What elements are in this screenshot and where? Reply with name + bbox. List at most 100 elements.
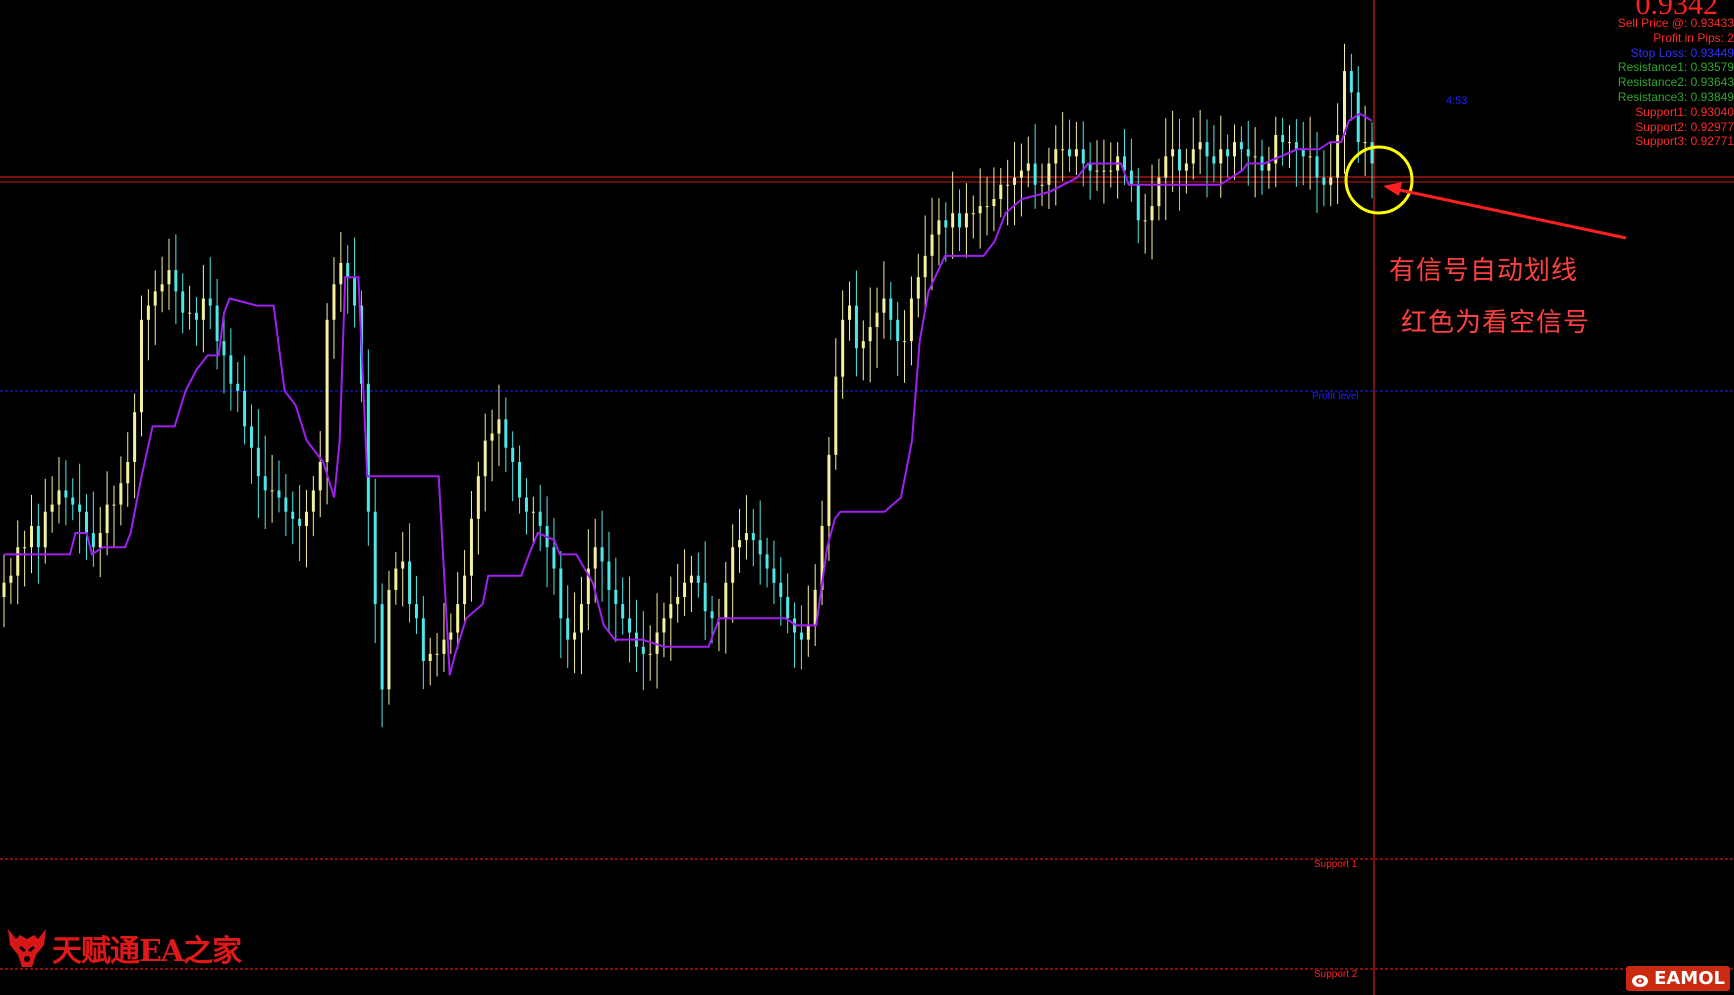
- candle-body: [978, 206, 982, 214]
- support2-label: Support 2: [1314, 969, 1358, 980]
- candle-body: [1184, 163, 1188, 171]
- candle-body: [270, 490, 274, 492]
- candle-body: [738, 540, 742, 548]
- candle-body: [559, 568, 563, 619]
- candle-body: [1267, 163, 1271, 171]
- candle-body: [868, 326, 872, 342]
- candle-body: [923, 255, 927, 278]
- candle-body: [353, 277, 357, 306]
- candle-body: [1301, 149, 1305, 157]
- candle-body: [1233, 142, 1237, 157]
- candle-body: [641, 646, 645, 654]
- info-line: Resistance1: 0.93579: [1617, 60, 1734, 75]
- candle-body: [160, 284, 164, 292]
- candle-body: [1095, 170, 1099, 172]
- candle-body: [222, 341, 226, 356]
- candle-body: [401, 561, 405, 569]
- candle-body: [930, 234, 934, 256]
- candle-body: [153, 291, 157, 306]
- candle-body: [435, 653, 439, 655]
- candle-body: [408, 561, 412, 605]
- candle-body: [43, 511, 47, 548]
- candle-body: [937, 220, 941, 235]
- candle-body: [566, 618, 570, 640]
- candle-body: [1054, 149, 1058, 164]
- candle-body: [366, 383, 370, 512]
- candle-body: [731, 547, 735, 583]
- candle-body: [1239, 142, 1243, 150]
- candle-body: [964, 213, 968, 228]
- candle-body: [1246, 149, 1250, 157]
- candle-body: [799, 632, 803, 640]
- candle-body: [999, 184, 1003, 199]
- candle-body: [1294, 142, 1298, 150]
- candle-body: [1198, 142, 1202, 150]
- candle-body: [304, 511, 308, 526]
- candle-body: [607, 561, 611, 590]
- candle-body: [1308, 156, 1312, 158]
- candle-body: [1288, 142, 1292, 144]
- candle-body: [1013, 177, 1017, 185]
- candle-body: [201, 298, 205, 320]
- candle-body: [1129, 170, 1133, 185]
- candle-body: [1088, 163, 1092, 171]
- candle-body: [325, 319, 329, 462]
- info-line: Support3: 0.92771: [1635, 134, 1734, 149]
- candle-body: [215, 305, 219, 342]
- eamol-site-name: EAMOL: [1654, 968, 1725, 989]
- candle-body: [456, 604, 460, 633]
- candle-body: [1109, 170, 1113, 172]
- candle-body: [621, 604, 625, 619]
- candle-body: [57, 490, 61, 505]
- candle-body: [249, 426, 253, 448]
- candle-body: [1047, 163, 1051, 185]
- candle-body: [1219, 149, 1223, 164]
- candle-body: [834, 376, 838, 455]
- support1-label: Support 1: [1314, 859, 1358, 870]
- candle-body: [1253, 156, 1257, 158]
- candle-body: [1322, 177, 1326, 185]
- signal-highlight-circle: [1344, 145, 1414, 215]
- candle-body: [332, 284, 336, 320]
- trade-info-panel: 0.9342 Sell Price @: 0.93433Profit in Pi…: [1574, 0, 1734, 149]
- candle-body: [944, 220, 948, 228]
- info-lines: Sell Price @: 0.93433 Profit in Pips: 2 St…: [1574, 16, 1734, 149]
- candle-body: [1315, 156, 1319, 178]
- candle-body: [119, 483, 123, 505]
- candle-body: [593, 547, 597, 569]
- candle-body: [50, 504, 54, 512]
- candle-body: [181, 291, 185, 313]
- bar-timer: 4:53: [1446, 95, 1468, 107]
- candle-body: [1026, 163, 1030, 171]
- candle-body: [662, 618, 666, 633]
- candle-body: [298, 518, 302, 526]
- annotation-line2: 红色为看空信号: [1401, 308, 1591, 338]
- price-chart[interactable]: [0, 0, 1734, 995]
- info-line: Profit in Pips: 2: [1653, 30, 1734, 45]
- candle-body: [167, 270, 171, 285]
- candle-body: [414, 604, 418, 619]
- candle-body: [758, 540, 762, 555]
- candle-body: [861, 341, 865, 349]
- candle-body: [1205, 142, 1209, 157]
- info-line: Resistance3: 0.93849: [1617, 89, 1734, 104]
- candle-body: [985, 206, 989, 208]
- candle-body: [243, 390, 247, 427]
- candle-body: [1329, 177, 1333, 185]
- candle-body: [1033, 163, 1037, 185]
- candle-body: [469, 518, 473, 576]
- candle-body: [394, 568, 398, 590]
- candle-body: [524, 497, 528, 512]
- candle-body: [1212, 156, 1216, 164]
- candle-body: [1143, 220, 1147, 222]
- candle-body: [889, 298, 893, 320]
- candle-body: [1356, 92, 1360, 143]
- signal-line: [4, 112, 1373, 676]
- candle-body: [277, 490, 281, 498]
- candle-body: [256, 447, 260, 477]
- candle-body: [518, 461, 522, 498]
- candle-body: [971, 213, 975, 215]
- candle-body: [1171, 149, 1175, 157]
- candle-body: [958, 213, 962, 228]
- candle-body: [916, 277, 920, 299]
